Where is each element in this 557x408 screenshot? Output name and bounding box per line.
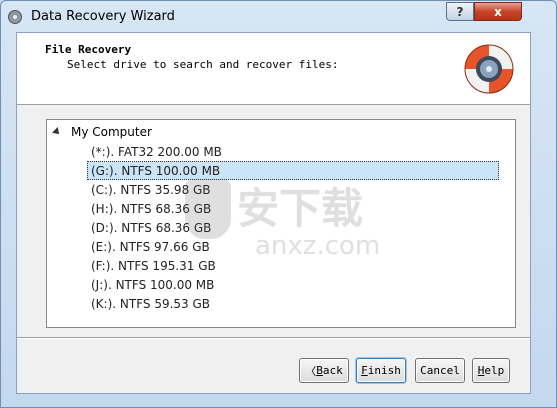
expand-triangle-icon[interactable] [52, 127, 62, 137]
drive-item[interactable]: (F:). NTFS 195.31 GB [88, 256, 498, 275]
title-bar[interactable]: Data Recovery Wizard ? x [1, 1, 556, 33]
cancel-label: Cancel [420, 364, 460, 377]
drive-item[interactable]: (E:). NTFS 97.66 GB [88, 237, 498, 256]
wizard-window: Data Recovery Wizard ? x File Recovery S… [0, 0, 557, 408]
cancel-button[interactable]: Cancel [415, 358, 465, 383]
app-icon [8, 10, 22, 24]
help-label: elp [484, 364, 505, 377]
wizard-client-area: File Recovery Select drive to search and… [16, 32, 531, 394]
page-subtitle: Select drive to search and recover files… [67, 58, 339, 71]
divider [17, 337, 530, 339]
drive-item-selected[interactable]: (G:). NTFS 100.00 MB [87, 161, 499, 180]
help-label-mnemonic: H [477, 364, 485, 377]
drive-item[interactable]: (D:). NTFS 68.36 GB [88, 218, 498, 237]
finish-label-mnemonic: F [361, 364, 368, 377]
back-arrow-icon: 〈 [305, 364, 317, 378]
back-label-mnemonic: B [316, 364, 323, 377]
drive-item[interactable]: (J:). NTFS 100.00 MB [88, 275, 498, 294]
tree-root-label: My Computer [71, 125, 152, 139]
help-title-button[interactable]: ? [446, 2, 474, 21]
finish-button[interactable]: Finish [356, 358, 406, 383]
drive-item[interactable]: (H:). NTFS 68.36 GB [88, 199, 498, 218]
back-label: ack [322, 364, 343, 377]
page-title: File Recovery [45, 43, 132, 56]
wizard-header: File Recovery Select drive to search and… [17, 33, 530, 105]
help-button[interactable]: Help [472, 358, 510, 383]
finish-label: inish [367, 364, 401, 377]
drive-tree[interactable]: My Computer (*:). FAT32 200.00 MB (G:). … [46, 119, 516, 328]
drive-item[interactable]: (K:). NTFS 59.53 GB [88, 294, 498, 313]
drive-item[interactable]: (C:). NTFS 35.98 GB [88, 180, 498, 199]
drive-item[interactable]: (*:). FAT32 200.00 MB [88, 142, 498, 161]
tree-root[interactable]: My Computer [52, 123, 152, 141]
close-button[interactable]: x [474, 2, 522, 21]
window-title: Data Recovery Wizard [31, 9, 175, 24]
back-button[interactable]: 〈 Back [299, 358, 349, 383]
lifebuoy-drive-icon [464, 44, 514, 94]
